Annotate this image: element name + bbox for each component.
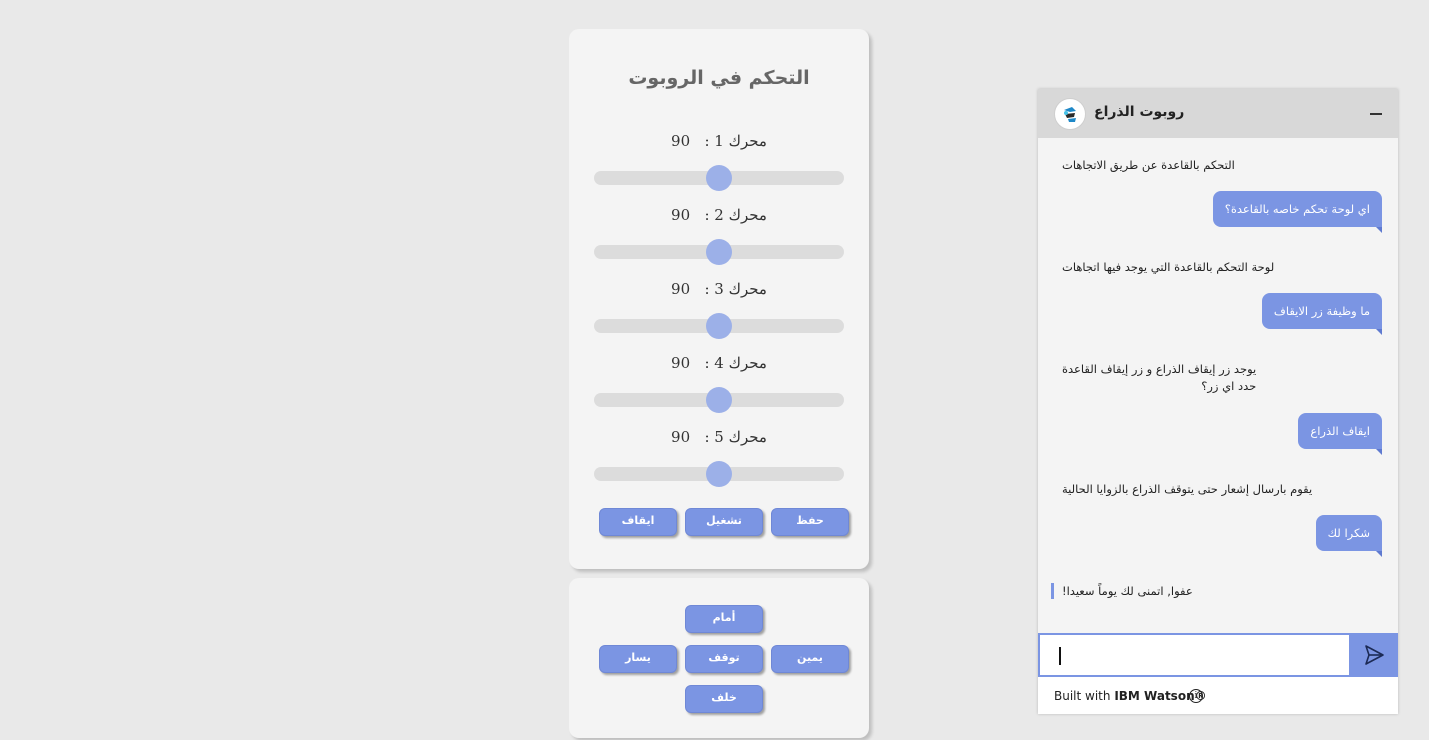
user-message: اي لوحة تحكم خاصه بالقاعدة؟ (1212, 191, 1383, 233)
bot-message: لوحة التحكم بالقاعدة التي يوجد فيها اتجا… (1062, 260, 1275, 274)
motor-2-slider[interactable] (594, 239, 844, 265)
motor-3-label: 90 محرك 3 : (569, 280, 869, 298)
motor-2-label: 90 محرك 2 : (569, 206, 869, 224)
text-caret (1059, 647, 1061, 665)
send-button[interactable] (1350, 633, 1398, 677)
motor-1-slider-thumb[interactable] (706, 165, 732, 191)
footer-attribution: Built with IBM Watson® (1054, 689, 1207, 703)
motor-3-slider-thumb[interactable] (706, 313, 732, 339)
bot-message: يوجد زر إيقاف الذراع و زر إيقاف القاعدة … (1062, 361, 1256, 395)
chat-header: روبوت الذراع (1038, 89, 1398, 138)
user-message: ما وظيفة زر الايقاف (1261, 293, 1383, 335)
motor-3-name: محرك 3 : (704, 280, 767, 298)
motor-1-label: 90 محرك 1 : (569, 132, 869, 150)
motor-2-value: 90 (671, 206, 691, 224)
chat-widget: روبوت الذراع التحكم بالقاعدة عن طريق الا… (1038, 89, 1398, 714)
control-panel-title: التحكم في الروبوت (628, 67, 810, 89)
motor-3-slider[interactable] (594, 313, 844, 339)
left-button[interactable]: يسار (599, 645, 677, 673)
bot-message: عفوا, اتمنى لك يوماً سعيدا! (1062, 584, 1193, 598)
user-message: شكرا لك (1315, 515, 1383, 557)
minimize-icon[interactable] (1366, 103, 1386, 123)
motor-4-value: 90 (671, 354, 691, 372)
send-icon (1365, 645, 1384, 665)
stop-arm-button[interactable]: ايقاف (599, 508, 677, 536)
motor-5-slider[interactable] (594, 461, 844, 487)
save-button[interactable]: حفظ (771, 508, 849, 536)
footer-prefix: Built with (1054, 689, 1111, 703)
run-button[interactable]: تشغيل (685, 508, 763, 536)
info-icon[interactable]: i (1189, 689, 1203, 703)
back-button[interactable]: خلف (685, 685, 763, 713)
motor-5-label: 90 محرك 5 : (569, 428, 869, 446)
motor-2-name: محرك 2 : (704, 206, 767, 224)
chat-footer: Built with IBM Watson® i (1038, 677, 1398, 714)
motor-3-value: 90 (671, 280, 691, 298)
bot-message-line: يوجد زر إيقاف الذراع و زر إيقاف القاعدة (1062, 362, 1257, 376)
latest-message-indicator (1051, 583, 1054, 599)
motor-5-slider-thumb[interactable] (706, 461, 732, 487)
motor-1-slider[interactable] (594, 165, 844, 191)
robot-control-panel: التحكم في الروبوت 90 محرك 1 : 90 محرك 2 … (569, 29, 869, 569)
motor-1-name: محرك 1 : (704, 132, 767, 150)
bot-avatar-icon (1054, 98, 1086, 130)
bot-message-line: حدد اي زر؟ (1201, 379, 1257, 393)
motor-1-value: 90 (671, 132, 691, 150)
right-button[interactable]: يمين (771, 645, 849, 673)
forward-button[interactable]: أمام (685, 605, 763, 633)
bot-name: روبوت الذراع (1094, 104, 1185, 120)
motor-5-name: محرك 5 : (704, 428, 767, 446)
chat-input[interactable] (1038, 633, 1351, 677)
stop-base-button[interactable]: توقف (685, 645, 763, 673)
motor-4-label: 90 محرك 4 : (569, 354, 869, 372)
bot-message: يقوم بارسال إشعار حتى يتوقف الذراع بالزو… (1062, 482, 1313, 496)
user-message: ايقاف الذراع (1298, 413, 1382, 455)
base-direction-panel: أمام يمين توقف يسار خلف (569, 578, 869, 738)
motor-4-slider[interactable] (594, 387, 844, 413)
motor-4-slider-thumb[interactable] (706, 387, 732, 413)
motor-2-slider-thumb[interactable] (706, 239, 732, 265)
bot-message: التحكم بالقاعدة عن طريق الاتجاهات (1062, 158, 1235, 172)
motor-4-name: محرك 4 : (704, 354, 767, 372)
motor-5-value: 90 (671, 428, 691, 446)
